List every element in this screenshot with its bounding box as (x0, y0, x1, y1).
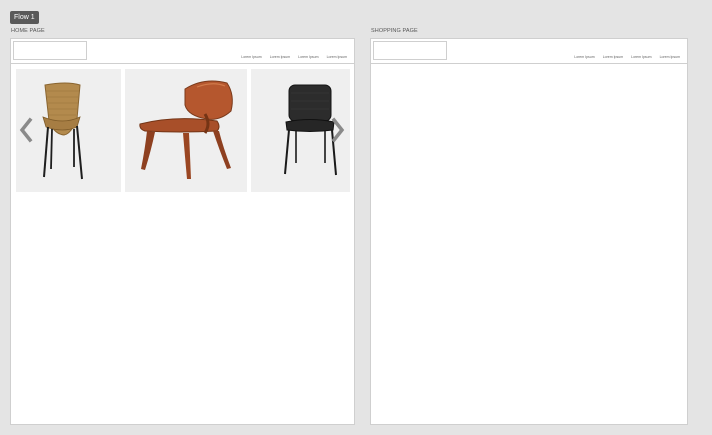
logo-placeholder[interactable] (13, 41, 87, 60)
nav-item[interactable]: Lorem Ipsum (603, 55, 623, 59)
home-header: Lorem Ipsum Lorem Ipsum Lorem Ipsum Lore… (11, 39, 354, 64)
wood-lounge-chair-image[interactable] (125, 69, 247, 192)
nav-item[interactable]: Lorem Ipsum (270, 55, 290, 59)
nav-item[interactable]: Lorem Ipsum (298, 55, 318, 59)
wood-chair-illustration (139, 80, 233, 179)
nav-item[interactable]: Lorem Ipsum (631, 55, 651, 59)
logo-placeholder[interactable] (373, 41, 447, 60)
chevron-left-icon[interactable] (19, 117, 33, 143)
nav-item[interactable]: Lorem Ipsum (660, 55, 680, 59)
shopping-artboard-label: SHOPPING PAGE (371, 28, 418, 34)
nav-item[interactable]: Lorem Ipsum (327, 55, 347, 59)
home-page-artboard[interactable]: Lorem Ipsum Lorem Ipsum Lorem Ipsum Lore… (10, 38, 355, 425)
shopping-nav: Lorem Ipsum Lorem Ipsum Lorem Ipsum Lore… (574, 55, 680, 59)
shopping-header: Lorem Ipsum Lorem Ipsum Lorem Ipsum Lore… (371, 39, 687, 64)
home-artboard-label: HOME PAGE (11, 28, 45, 34)
home-nav: Lorem Ipsum Lorem Ipsum Lorem Ipsum Lore… (241, 55, 347, 59)
flow-tag[interactable]: Flow 1 (10, 11, 39, 24)
shopping-page-artboard[interactable]: Lorem Ipsum Lorem Ipsum Lorem Ipsum Lore… (370, 38, 688, 425)
nav-item[interactable]: Lorem Ipsum (574, 55, 594, 59)
chevron-right-icon[interactable] (331, 117, 345, 143)
nav-item[interactable]: Lorem Ipsum (241, 55, 261, 59)
product-carousel (15, 69, 350, 192)
